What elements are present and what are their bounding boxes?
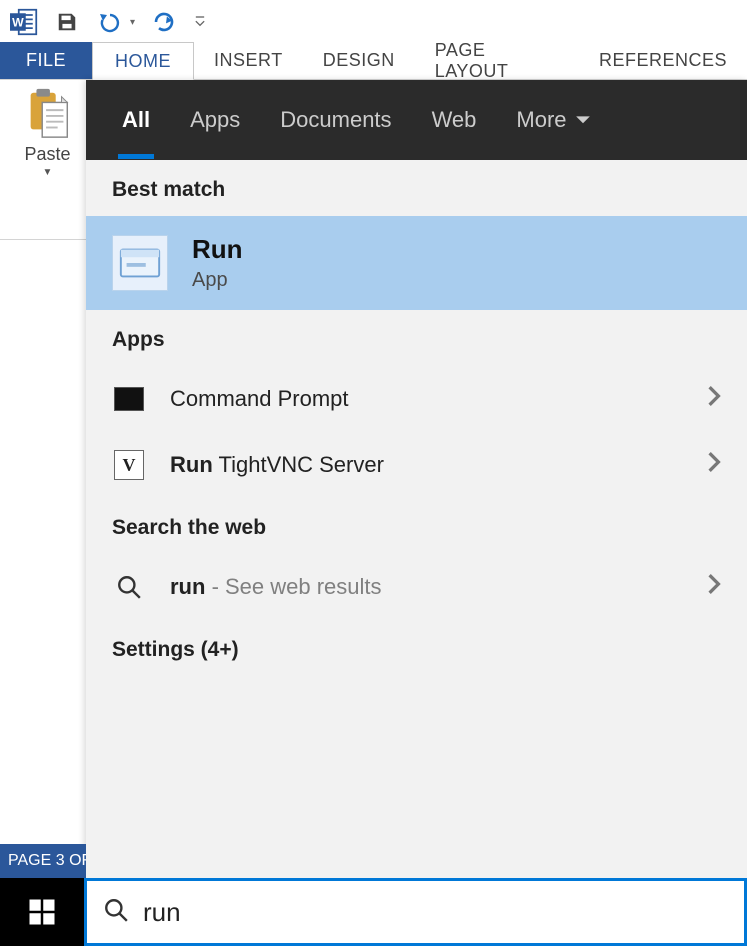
ribbon-tab-home[interactable]: HOME (92, 42, 194, 80)
paste-label: Paste (24, 144, 70, 165)
start-button[interactable] (0, 878, 84, 946)
ribbon-tab-design[interactable]: DESIGN (303, 42, 415, 79)
qat-customize-button[interactable] (193, 9, 207, 35)
best-match-text: Run App (192, 234, 243, 292)
best-match-result[interactable]: Run App (86, 216, 747, 310)
word-status-bar[interactable]: PAGE 3 OF (0, 844, 86, 878)
match-bold: Run (170, 452, 213, 477)
chevron-down-icon (575, 107, 591, 133)
result-label: Command Prompt (170, 386, 349, 412)
match-bold: run (170, 574, 205, 599)
chevron-right-icon[interactable] (707, 451, 721, 479)
run-app-icon (112, 235, 168, 291)
page-indicator: PAGE 3 OF (8, 852, 86, 870)
match-rest: TightVNC Server (213, 452, 384, 477)
filter-tab-more-label: More (516, 107, 566, 133)
word-logo-icon: W (10, 8, 38, 36)
best-match-subtitle: App (192, 269, 243, 292)
filter-tab-more[interactable]: More (514, 81, 592, 159)
heading-best-match: Best match (86, 160, 747, 216)
chevron-right-icon[interactable] (707, 385, 721, 413)
taskbar (0, 878, 747, 946)
ribbon-group-clipboard: Paste ▼ (8, 86, 88, 231)
filter-tab-web[interactable]: Web (430, 81, 479, 159)
result-web-run[interactable]: run - See web results (86, 554, 747, 620)
redo-button[interactable] (151, 9, 177, 35)
result-command-prompt[interactable]: Command Prompt (86, 366, 747, 432)
result-tightvnc[interactable]: V Run TightVNC Server (86, 432, 747, 498)
save-button[interactable] (54, 9, 80, 35)
filter-tab-documents[interactable]: Documents (278, 81, 393, 159)
heading-search-web: Search the web (86, 498, 747, 554)
svg-text:W: W (12, 15, 24, 29)
ribbon-tab-strip: FILE HOME INSERT DESIGN PAGE LAYOUT REFE… (0, 42, 747, 80)
heading-apps: Apps (86, 310, 747, 366)
result-label: run - See web results (170, 574, 382, 600)
match-rest: - See web results (205, 574, 381, 599)
search-filter-tabs: All Apps Documents Web More (86, 80, 747, 160)
tightvnc-icon: V (112, 448, 146, 482)
taskbar-search-input[interactable] (143, 897, 728, 928)
search-icon (112, 570, 146, 604)
quick-access-toolbar: W ▾ (0, 0, 747, 42)
ribbon-tab-references[interactable]: REFERENCES (579, 42, 747, 79)
ribbon-tab-file[interactable]: FILE (0, 42, 92, 79)
search-icon (103, 897, 129, 928)
filter-tab-apps[interactable]: Apps (188, 81, 242, 159)
ribbon-tab-page-layout[interactable]: PAGE LAYOUT (415, 42, 579, 79)
heading-settings[interactable]: Settings (4+) (86, 620, 747, 676)
ribbon-tab-insert[interactable]: INSERT (194, 42, 303, 79)
undo-button[interactable] (96, 9, 122, 35)
start-search-panel: All Apps Documents Web More Best match R… (86, 80, 747, 878)
best-match-title: Run (192, 234, 243, 265)
command-prompt-icon (112, 382, 146, 416)
taskbar-search-box[interactable] (84, 878, 747, 946)
filter-tab-all[interactable]: All (120, 81, 152, 159)
windows-logo-icon (27, 897, 57, 927)
result-label: Run TightVNC Server (170, 452, 384, 478)
undo-dropdown-icon[interactable]: ▾ (130, 17, 135, 28)
chevron-right-icon[interactable] (707, 573, 721, 601)
paste-dropdown-icon[interactable]: ▼ (43, 167, 53, 178)
paste-button[interactable] (23, 86, 73, 142)
